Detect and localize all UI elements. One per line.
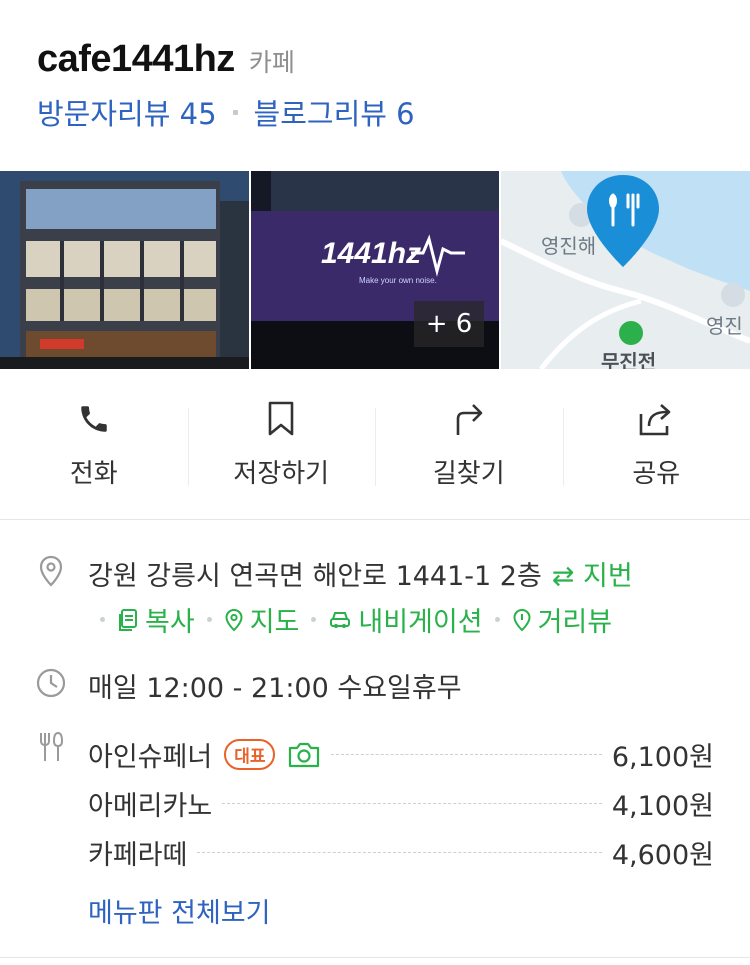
save-label: 저장하기 [233,459,330,489]
separator-dot [494,617,500,622]
copy-icon [119,608,137,631]
streetview-icon [513,608,531,631]
jibun-toggle[interactable]: ⇄ 지번 [552,561,633,592]
copy-address-link[interactable]: 복사 [117,600,195,639]
visitor-reviews-link[interactable]: 방문자리뷰 45 [37,91,217,133]
fork-knife-icon [36,730,66,764]
map-label-3: 무진전 [601,350,656,369]
separator-dot [232,109,238,115]
view-full-menu-link[interactable]: 메뉴판 전체보기 [88,891,714,930]
map-label-1: 영진해 [541,234,596,258]
divider [0,957,750,958]
call-label: 전화 [69,459,118,489]
location-pin-icon [36,554,66,588]
navigation-link[interactable]: 내비게이션 [328,600,483,639]
separator-dot [100,617,105,622]
business-hours: 매일 12:00 - 21:00 수요일휴무 [88,673,462,704]
menu-list: 아인슈페너 대표 6,100원 아메리카노 4,100원 카페라떼 4,600원… [88,730,714,930]
address-row: 강원 강릉시 연곡면 해안로 1441-1 2층 ⇄ 지번 [88,554,633,593]
camera-icon[interactable] [287,741,321,769]
save-button[interactable]: 저장하기 [187,370,376,519]
address-text: 강원 강릉시 연곡면 해안로 1441-1 2층 [88,561,542,592]
place-header: cafe1441hz 카페 방문자리뷰 45 블로그리뷰 6 [37,38,730,133]
map-illustration: 영진해 영진 무진전 [501,171,750,369]
place-category: 카페 [248,48,295,77]
navigation-label: 내비게이션 [358,607,483,638]
separator-dot [311,617,317,622]
price-leader [222,803,602,804]
signature-badge: 대표 [224,739,276,770]
map-label-2: 영진 [706,314,743,338]
directions-button[interactable]: 길찾기 [375,370,563,519]
menu-item-name: 아메리카노 [88,791,213,822]
photo-strip: 1441hz Make your own noise. + 6 영진해 영진 무… [0,171,750,369]
menu-item-price: 4,600원 [611,840,714,871]
directions-icon [452,399,486,439]
share-label: 공유 [632,459,681,489]
map-link[interactable]: 지도 [224,600,300,639]
share-icon [637,399,675,439]
action-bar: 전화 저장하기 길찾기 공유 [0,370,750,520]
menu-item-price: 4,100원 [611,791,714,822]
streetview-link[interactable]: 거리뷰 [512,600,613,639]
menu-item[interactable]: 아인슈페너 대표 6,100원 [88,730,714,779]
menu-item[interactable]: 아메리카노 4,100원 [88,779,714,828]
photo-signboard[interactable]: 1441hz Make your own noise. + 6 [251,171,499,369]
bookmark-icon [266,399,296,439]
copy-label: 복사 [145,607,195,638]
streetview-label: 거리뷰 [537,607,613,638]
menu-item[interactable]: 카페라떼 4,600원 [88,828,714,877]
review-summary: 방문자리뷰 45 블로그리뷰 6 [37,91,730,133]
menu-item-price: 6,100원 [611,742,714,773]
share-button[interactable]: 공유 [562,370,750,519]
car-icon [330,611,351,628]
more-photos-badge[interactable]: + 6 [414,301,484,347]
menu-item-name: 아인슈페너 [88,742,213,773]
map-label: 지도 [249,607,300,638]
building-illustration [0,171,249,369]
price-leader [197,852,602,853]
phone-icon [77,399,111,439]
photo-building-exterior[interactable] [0,171,249,369]
address-links: 복사 지도 내비게이션 거리뷰 [88,600,612,639]
directions-label: 길찾기 [432,459,505,489]
place-title: cafe1441hz [37,38,235,80]
map-pin-small-icon [225,608,243,631]
call-button[interactable]: 전화 [0,370,188,519]
separator-dot [206,617,212,622]
menu-item-name: 카페라떼 [88,840,188,871]
clock-icon [36,666,66,700]
price-leader [331,754,602,755]
sign-subtext: Make your own noise. [359,276,437,285]
map-thumbnail[interactable]: 영진해 영진 무진전 [501,171,750,369]
sign-text: 1441hz [321,237,421,270]
blog-reviews-link[interactable]: 블로그리뷰 6 [254,91,415,133]
